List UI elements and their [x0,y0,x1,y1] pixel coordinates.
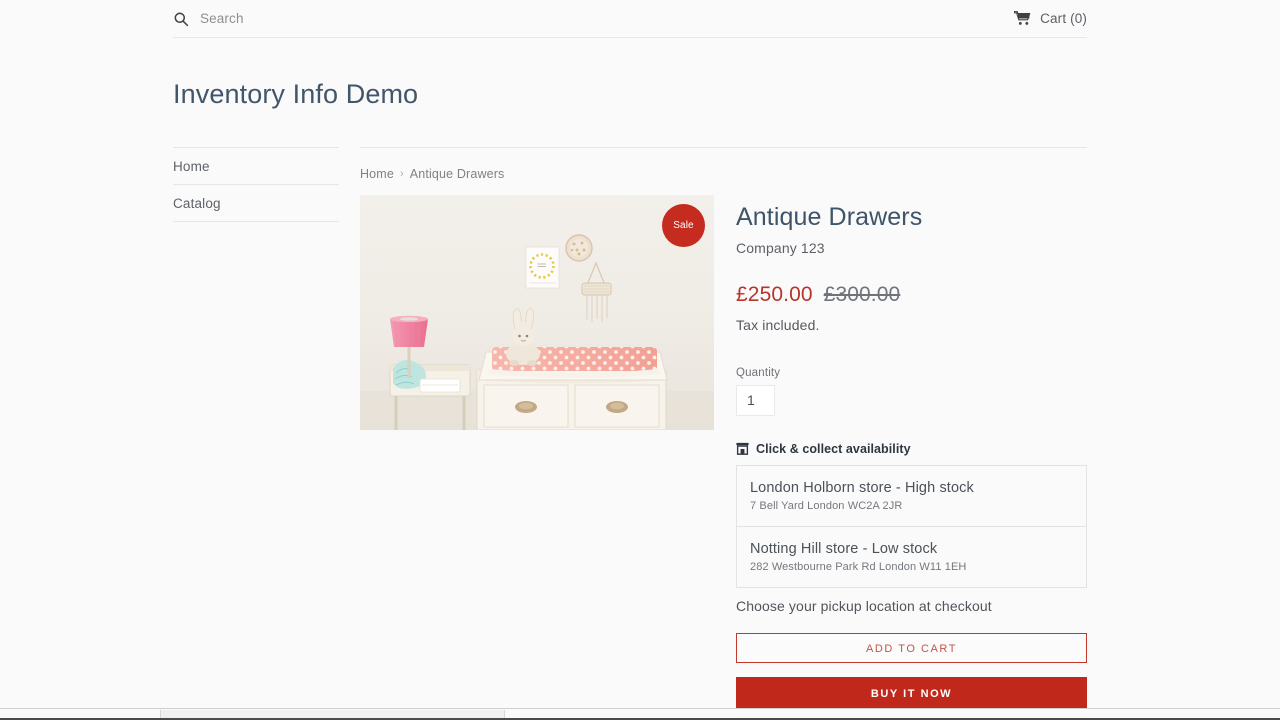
compare-at-price: £300.00 [823,282,901,306]
product-layout: Sale Antique Drawers Company 123 £250.00… [360,195,1087,708]
breadcrumb-separator-icon: › [399,168,404,180]
pickup-note: Choose your pickup location at checkout [736,597,992,614]
search-bar[interactable]: Search [173,11,244,27]
add-to-cart-button[interactable]: ADD TO CART [736,632,1087,663]
price-block: £250.00 £300.00 [736,283,1087,307]
sale-price: £250.00 [736,282,813,306]
breadcrumb-home[interactable]: Home [360,167,394,181]
product-image[interactable]: Sale [360,195,714,430]
tax-note: Tax included. [736,316,820,333]
site-header: Search Cart (0) [173,0,1087,38]
store-address: 282 Westbourne Park Rd London W11 1EH [750,560,967,573]
click-collect-heading-label: Click & collect availability [756,441,911,456]
quantity-input[interactable] [736,384,775,416]
click-collect-heading: Click & collect availability [736,442,1087,456]
product-media: Sale [360,195,714,708]
search-icon [173,11,189,27]
sidebar-item-home[interactable]: Home [173,147,339,185]
product-image-illustration [360,195,714,430]
breadcrumb-current: Antique Drawers [409,167,505,181]
product-details: Antique Drawers Company 123 £250.00 £300… [736,195,1087,708]
buy-it-now-button[interactable]: BUY IT NOW [736,676,1087,708]
horizontal-scrollbar[interactable] [0,708,1280,720]
store-availability-list: London Holborn store - High stock 7 Bell… [736,464,1087,588]
shop-title[interactable]: Inventory Info Demo [173,78,418,110]
sidebar-nav: Home Catalog [173,147,339,222]
page-root: Search Cart (0) Inventory Info Demo Home… [0,0,1280,720]
store-name: Notting Hill store - Low stock [750,540,938,557]
cart-icon [1014,11,1031,26]
store-address: 7 Bell Yard London WC2A 2JR [750,499,903,512]
quantity-label: Quantity [736,366,781,379]
store-list-item[interactable]: London Holborn store - High stock 7 Bell… [737,466,1086,526]
cart-count-label: Cart (0) [1040,11,1087,26]
product-vendor: Company 123 [736,239,825,256]
product-title: Antique Drawers [736,203,923,231]
main-content: Home › Antique Drawers Sale Antique Draw… [360,147,1087,708]
breadcrumb: Home › Antique Drawers [360,147,1087,181]
store-list-item[interactable]: Notting Hill store - Low stock 282 Westb… [737,525,1086,587]
store-icon [736,442,749,456]
sale-badge: Sale [662,204,705,247]
store-name: London Holborn store - High stock [750,479,974,496]
cart-link[interactable]: Cart (0) [1014,11,1087,26]
sidebar-item-catalog[interactable]: Catalog [173,185,339,222]
search-input-placeholder[interactable]: Search [200,11,244,26]
